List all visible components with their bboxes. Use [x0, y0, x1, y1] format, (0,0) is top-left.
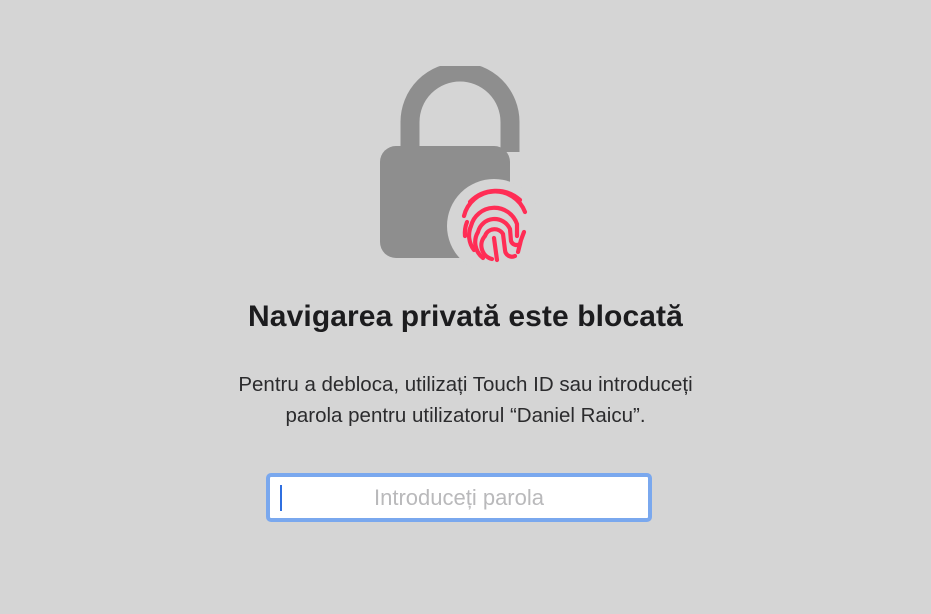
fingerprint-icon [447, 179, 541, 273]
text-caret [280, 485, 282, 511]
password-field[interactable] [266, 473, 652, 522]
page-title: Navigarea privată este blocată [248, 300, 683, 333]
instructions-line-1: Pentru a debloca, utilizați Touch ID sau… [238, 373, 693, 396]
unlock-instructions: Pentru a debloca, utilizați Touch ID sau… [0, 369, 931, 431]
instructions-line-2: parola pentru utilizatorul “Daniel Raicu… [285, 404, 646, 427]
lock-touchid-graphic [380, 66, 541, 273]
private-browsing-lock-screen: Navigarea privată este blocată Pentru a … [0, 0, 931, 614]
